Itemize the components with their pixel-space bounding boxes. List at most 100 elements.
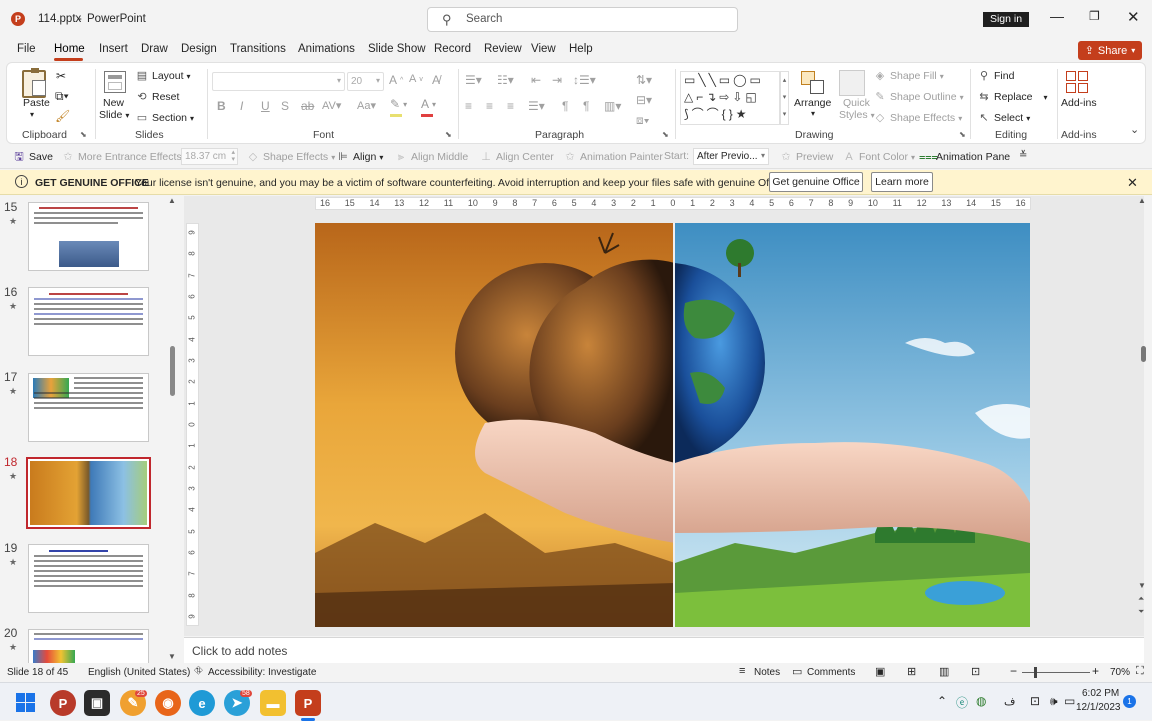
sign-in-button[interactable]: Sign in [983,12,1029,27]
tab-home[interactable]: Home [54,43,85,55]
tab-help[interactable]: Help [569,43,593,55]
slide-thumbnail-20[interactable] [28,629,149,664]
notes-button[interactable]: Notes [754,667,780,678]
thumbnail-scrollbar-thumb[interactable] [170,346,175,396]
dialog-launcher-icon[interactable]: ⬊ [959,130,966,139]
scroll-down-icon[interactable]: ▼ [1138,581,1146,590]
slide-thumbnail-19[interactable] [28,544,149,613]
file-explorer-icon[interactable]: ▬ [260,690,286,716]
highlight-icon[interactable]: ✎ ▾ [390,97,407,111]
reset-button[interactable]: ⟲ Reset [135,90,179,104]
justify-icon[interactable]: ☰▾ [528,99,545,113]
minimize-icon[interactable]: — [1050,8,1064,24]
section-button[interactable]: ▭ Section ▾ [135,111,194,125]
more-entrance-effects-button[interactable]: ✩ More Entrance Effects [61,150,181,164]
increase-indent-icon[interactable]: ⇥ [552,73,562,87]
paste-button[interactable]: Paste [23,97,50,109]
dialog-launcher-icon[interactable]: ⬊ [445,130,452,139]
text-direction-icon[interactable]: ⇅▾ [636,73,652,87]
edge-icon[interactable]: e [189,690,215,716]
columns-icon[interactable]: ▥▾ [604,99,621,113]
accessibility-status[interactable]: Accessibility: Investigate [208,667,316,678]
quick-styles-button[interactable]: Quick [843,97,870,109]
scroll-up-icon[interactable]: ▲ [168,196,176,205]
network-icon[interactable]: ⊡ [1030,694,1040,708]
gallery-scroll[interactable]: ▴ ▾ ▾ [780,71,789,125]
align-right-icon[interactable]: ≡ [507,99,514,113]
arrange-button[interactable]: Arrange [794,97,831,109]
grow-font-icon[interactable]: A ^ [389,73,403,87]
pdf-app-icon[interactable]: P [50,690,76,716]
rtl-icon[interactable]: ¶ [562,99,568,113]
arrange-icon[interactable] [801,71,827,97]
italic-icon[interactable]: I [240,99,243,113]
tab-slide-show[interactable]: Slide Show [368,43,426,55]
slide-thumbnail-15[interactable] [28,202,149,271]
scroll-down-icon[interactable]: ▼ [168,652,176,661]
decrease-indent-icon[interactable]: ⇤ [531,73,541,87]
tab-transitions[interactable]: Transitions [230,43,286,55]
shape-effects-quick-button[interactable]: ◇ Shape Effects ▾ [246,150,335,164]
zoom-level[interactable]: 70% [1110,667,1130,678]
keyboard-language-icon[interactable]: ف [1004,695,1015,708]
slide-sorter-icon[interactable]: ⊞ [907,665,916,678]
slide-thumbnail-17[interactable] [28,373,149,442]
font-color-quick-button[interactable]: A Font Color ▾ [842,150,915,164]
preview-button[interactable]: ✩ Preview [779,150,833,164]
tray-globe-icon[interactable]: ◍ [976,694,986,708]
windows-start-icon[interactable] [16,693,35,712]
numbering-icon[interactable]: ☷▾ [497,73,514,87]
next-slide-icon[interactable]: ⏷ [1138,607,1144,617]
tab-draw[interactable]: Draw [141,43,168,55]
slide-thumbnail-16[interactable] [28,287,149,356]
clock-time[interactable]: 6:02 PM [1082,688,1119,699]
new-slide-icon[interactable] [104,71,126,93]
change-case-icon[interactable]: Aa▾ [357,99,376,112]
start-dropdown[interactable]: After Previo... ▾ [693,148,769,165]
quick-styles-button-line2[interactable]: Styles ▾ [839,109,875,121]
font-size-box[interactable]: 20 ▾ [347,72,384,91]
save-button[interactable]: 🖫 Save [12,150,53,164]
slide-canvas[interactable] [315,223,1030,627]
shrink-font-icon[interactable]: Av [409,73,423,85]
tab-review[interactable]: Review [484,43,522,55]
scroll-up-icon[interactable]: ▲ [1138,196,1146,205]
font-name-box[interactable]: ▾ [212,72,345,91]
notes-pane[interactable]: Click to add notes [184,637,1144,663]
search-box[interactable]: ⚲ Search [427,7,738,32]
close-icon[interactable]: ✕ [1127,175,1138,191]
tab-file[interactable]: File [17,43,36,55]
font-color-icon[interactable]: A ▾ [421,97,436,111]
normal-view-icon[interactable]: ▣ [875,665,885,678]
find-button[interactable]: ⚲ Find [977,69,1014,83]
zoom-slider-track[interactable] [1022,672,1090,673]
collapse-ribbon-icon[interactable]: ⌄ [1130,123,1139,136]
bold-icon[interactable]: B [217,99,226,113]
ltr-icon[interactable]: ¶ [583,99,589,113]
new-slide-button[interactable]: New [103,97,124,109]
zoom-out-icon[interactable]: − [1010,664,1017,678]
comments-button[interactable]: Comments [807,667,855,678]
add-ins-button[interactable]: Add-ins [1061,97,1097,109]
animation-pane-button[interactable]: ⩶ Animation Pane [919,150,1010,164]
shape-effects-button[interactable]: ◇ Shape Effects ▾ [873,111,962,125]
align-center-icon[interactable]: ≡ [486,99,493,113]
tab-animations[interactable]: Animations [298,43,355,55]
chevron-down-icon[interactable]: ▾ [811,109,815,118]
align-middle-button[interactable]: ⫸ Align Middle [394,150,468,164]
tab-view[interactable]: View [531,43,556,55]
previous-slide-icon[interactable]: ⏶ [1138,594,1144,604]
volume-icon[interactable]: 🕪 [1050,694,1058,709]
clear-formatting-icon[interactable]: A̸ [432,73,440,87]
tab-record[interactable]: Record [434,43,471,55]
format-painter-icon[interactable]: 🖌 [55,109,70,123]
align-text-icon[interactable]: ⊟▾ [636,93,652,107]
select-button[interactable]: ↖ Select ▾ [977,111,1030,125]
close-icon[interactable]: ✕ [1127,8,1140,26]
shape-outline-button[interactable]: ✎ Shape Outline ▾ [873,90,963,104]
shapes-gallery[interactable]: ▭╲╲▭◯▭ △⌐↴⇨⇩◱ ⟆⌒⌒{}★ [680,71,780,125]
store-icon[interactable]: ▣ [84,690,110,716]
shape-width-spinner[interactable]: 18.37 cm ▴ ▾ [181,148,238,165]
char-spacing-icon[interactable]: AV▾ [322,99,341,112]
learn-more-button[interactable]: Learn more [871,172,933,192]
